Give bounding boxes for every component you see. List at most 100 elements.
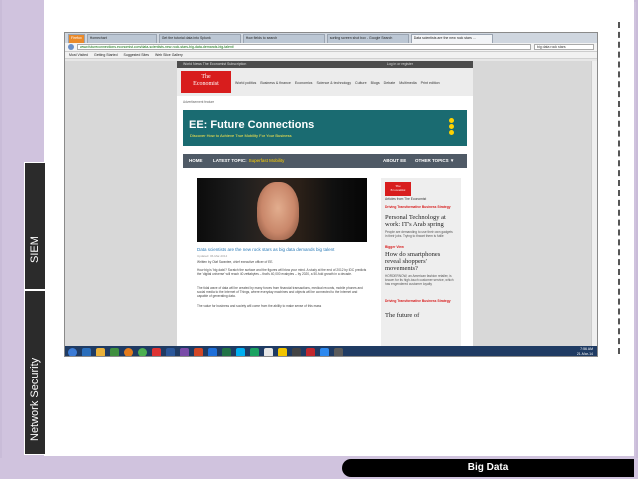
banner-subtitle: Discover How to Achieve True Mobility Fo…	[190, 133, 292, 138]
clock-date: 21-Mar-14	[576, 351, 593, 356]
browser-window: Firefox Homechart Get the tutorial data …	[64, 32, 598, 357]
menu-item[interactable]: Multimedia	[399, 81, 416, 85]
address-bar[interactable]: www.futureconnections.economist.com/data…	[77, 44, 531, 50]
sidebar-tag: Bigger View	[385, 245, 404, 249]
sidebar-logo-line-2: Economist	[390, 188, 406, 192]
page-content: Advertisement feature EE: Future Connect…	[177, 96, 473, 346]
chrome-icon[interactable]	[138, 347, 147, 356]
menu-item[interactable]: World politics	[235, 81, 256, 85]
menu-item[interactable]: Economics	[295, 81, 313, 85]
tab-firefox-menu[interactable]: Firefox	[68, 34, 85, 43]
folder-icon[interactable]	[96, 347, 105, 356]
bookmark-item[interactable]: Most Visited	[69, 52, 88, 58]
economist-logo[interactable]: The Economist	[181, 71, 231, 93]
firefox-icon[interactable]	[124, 347, 133, 356]
app-icon[interactable]	[306, 347, 315, 356]
app-icon[interactable]	[320, 347, 329, 356]
app-icon[interactable]	[250, 347, 259, 356]
app-icon[interactable]	[152, 347, 161, 356]
logo-line-1: The	[201, 74, 211, 80]
bookmark-item[interactable]: Web Slice Gallery	[155, 52, 183, 58]
menu-item[interactable]: Science & technology	[316, 81, 351, 85]
sidebar-headline[interactable]: Personal Technology at work: IT's Arab s…	[385, 214, 457, 228]
bookmark-item[interactable]: Getting Started	[94, 52, 118, 58]
siem-label: SIEM	[29, 236, 41, 263]
tab-homechart[interactable]: Homechart	[86, 34, 157, 43]
tab-splunk-tutorial[interactable]: Get the tutorial data into Splunk	[158, 34, 241, 43]
latest-topic-label: LATEST TOPIC:	[213, 158, 247, 163]
sidebar-headline[interactable]: The future of	[385, 312, 457, 319]
sidebar-tag: Driving Transformative Business Strategy	[385, 205, 451, 209]
home-link[interactable]: HOME	[189, 154, 203, 168]
site-menu: World politics Business & finance Econom…	[235, 81, 440, 85]
back-icon[interactable]	[68, 44, 74, 50]
author-photo	[197, 178, 367, 242]
sidebar-blurb: HORDERNOW, an American fashion retailer,…	[385, 274, 454, 286]
site-header: The Economist World politics Business & …	[177, 68, 473, 96]
word-icon[interactable]	[166, 347, 175, 356]
taskbar-clock[interactable]: 7:56 AM 21-Mar-14	[577, 347, 593, 356]
menu-item[interactable]: Blogs	[371, 81, 380, 85]
tab-how-fields[interactable]: How fields to search	[242, 34, 325, 43]
sidebar-blurb: People are demanding to use their own ga…	[385, 230, 453, 238]
latest-topic-value: Superfast Mobility	[248, 158, 285, 163]
skype-icon[interactable]	[236, 347, 245, 356]
app-icon[interactable]	[264, 347, 273, 356]
excel-icon[interactable]	[222, 347, 231, 356]
login-link[interactable]: Log in or register	[387, 61, 413, 68]
menu-item[interactable]: Debate	[384, 81, 396, 85]
bookmark-item[interactable]: Suggested Sites	[124, 52, 150, 58]
tab-strip: Firefox Homechart Get the tutorial data …	[65, 33, 597, 43]
article-paragraph: The tidal wave of data will be created b…	[197, 286, 363, 298]
menu-item[interactable]: Print edition	[421, 81, 440, 85]
clock-time: 7:56 AM	[580, 347, 593, 351]
banner-title: EE: Future Connections	[189, 119, 315, 131]
author-face	[257, 182, 299, 240]
big-data-label: Big Data	[342, 459, 634, 477]
ee-logo-icon	[445, 117, 457, 139]
article-title[interactable]: Data scientists are the new rock stars a…	[197, 247, 369, 252]
sidebar-tag: Driving Transformative Business Strategy	[385, 299, 451, 303]
tab-google-search[interactable]: sorting screen shot box - Google Search	[326, 34, 409, 43]
app-icon[interactable]	[334, 347, 343, 356]
article-paragraph: How big is 'big data'? Scratch the surfa…	[197, 268, 367, 276]
article-paragraph: The value for business and society will …	[197, 304, 322, 308]
dashed-divider	[596, 22, 620, 354]
powerpoint-icon[interactable]	[194, 347, 203, 356]
media-player-icon[interactable]	[110, 347, 119, 356]
ee-banner[interactable]: EE: Future Connections Discover How to A…	[183, 110, 467, 146]
search-box[interactable]: big data rock stars	[534, 44, 594, 50]
network-security-label-box: Network Security	[24, 290, 46, 455]
windows-taskbar: 7:56 AM 21-Mar-14	[65, 346, 597, 356]
visual-studio-icon[interactable]	[180, 347, 189, 356]
other-topics-dropdown[interactable]: OTHER TOPICS ▼	[415, 154, 454, 168]
topic-bar: HOME LATEST TOPIC: Superfast Mobility ABO…	[183, 154, 467, 168]
bookmarks-bar: Most Visited Getting Started Suggested S…	[65, 52, 597, 59]
siem-label-box: SIEM	[24, 162, 46, 290]
navigation-bar: www.futureconnections.economist.com/data…	[65, 43, 597, 52]
site-top-strip: World News The Economist Subscription Lo…	[177, 61, 473, 68]
web-page: World News The Economist Subscription Lo…	[65, 61, 597, 346]
menu-item[interactable]: Business & finance	[260, 81, 291, 85]
logo-line-2: Economist	[193, 81, 219, 87]
network-security-label: Network Security	[29, 357, 41, 441]
outlook-icon[interactable]	[208, 347, 217, 356]
start-button-icon[interactable]	[68, 347, 77, 356]
article: Data scientists are the new rock stars a…	[197, 178, 373, 346]
economist-sidebar: The Economist Articles from The Economis…	[381, 178, 461, 346]
ie-icon[interactable]	[82, 347, 91, 356]
menu-item[interactable]: Culture	[355, 81, 367, 85]
article-paragraph: Written by Olaf Swantee, chief executive…	[197, 260, 274, 264]
app-icon[interactable]	[278, 347, 287, 356]
about-ee-link[interactable]: ABOUT EE	[383, 154, 406, 168]
page-scrollbar[interactable]	[591, 61, 597, 346]
article-date: Updated: 06-Mar-2014	[197, 254, 228, 258]
sidebar-articles-label: Articles from The Economist	[385, 197, 427, 201]
topstrip-links[interactable]: World News The Economist Subscription	[183, 62, 246, 66]
tab-data-scientists[interactable]: Data scientists are the new rock stars .…	[410, 34, 493, 43]
app-icon[interactable]	[292, 347, 301, 356]
sidebar-logo: The Economist	[385, 182, 411, 196]
sidebar-headline[interactable]: How do smartphones reveal shoppers' move…	[385, 251, 457, 272]
ad-notice: Advertisement feature	[183, 100, 215, 104]
latest-topic[interactable]: LATEST TOPIC: Superfast Mobility	[213, 154, 284, 168]
